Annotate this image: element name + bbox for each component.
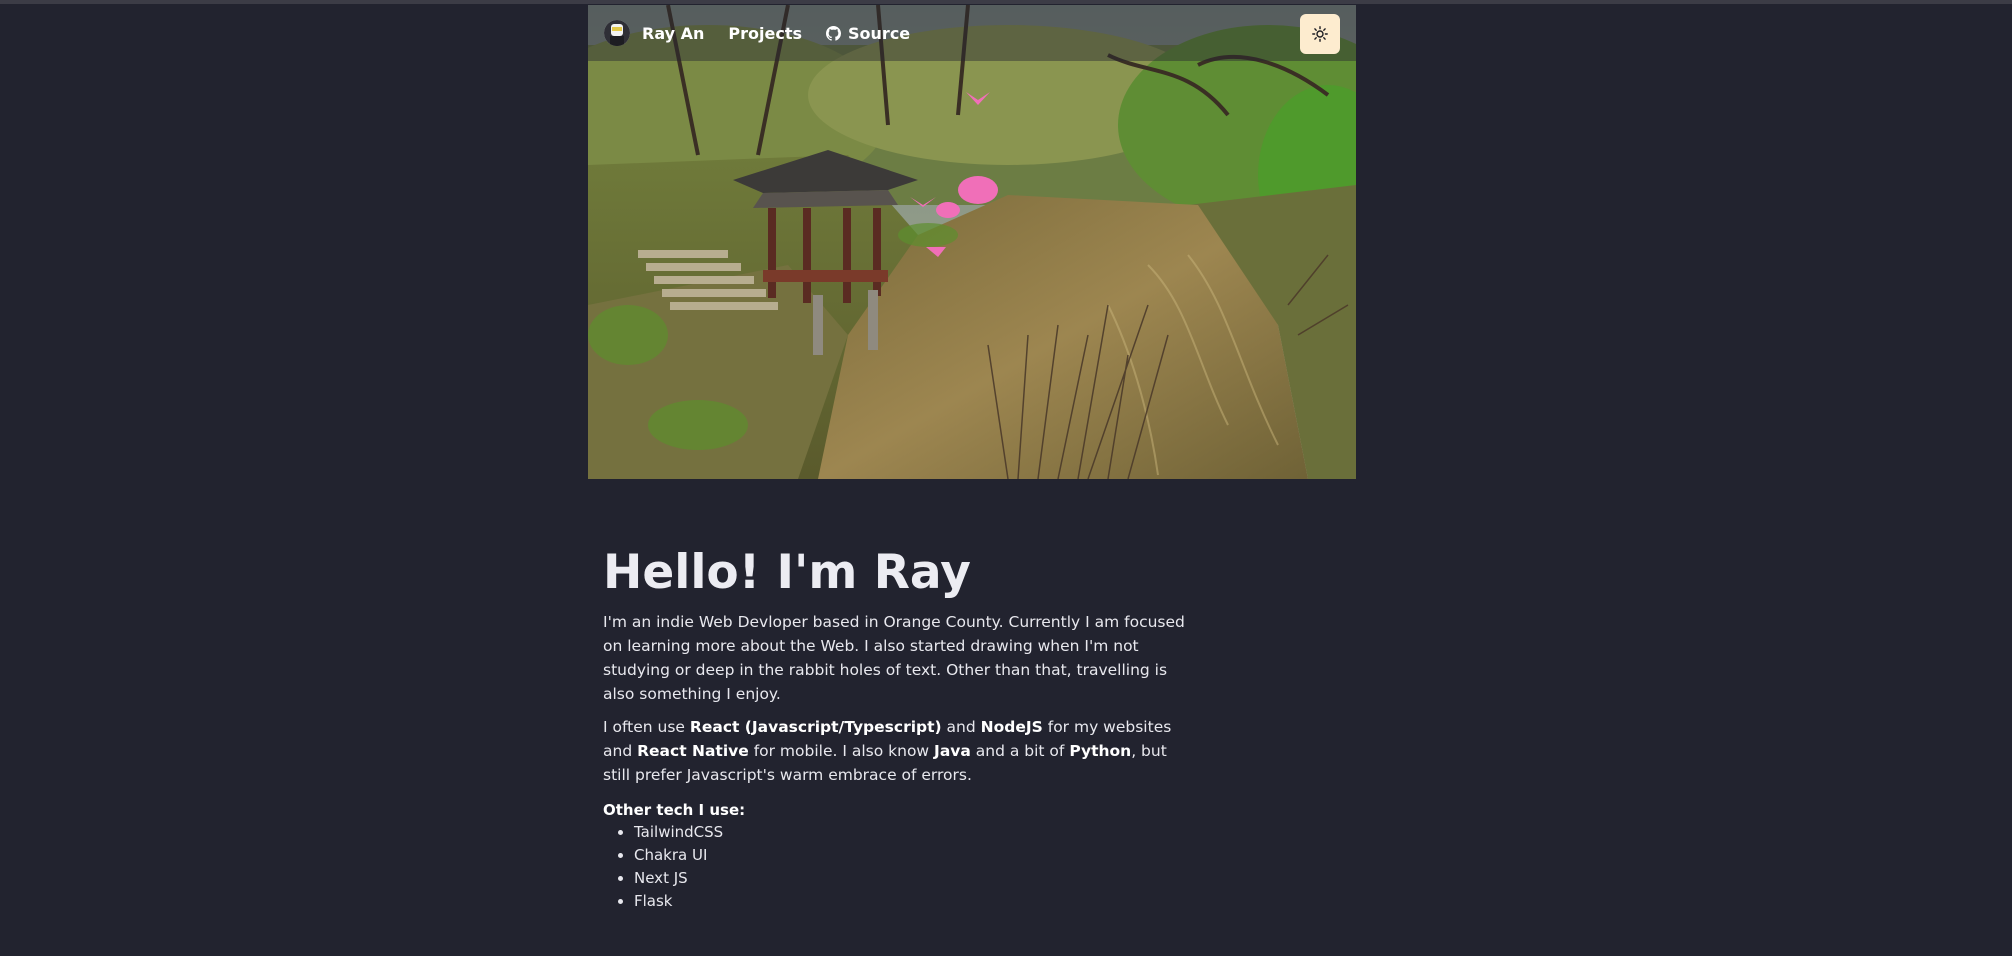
intro-section: Hello! I'm Ray I'm an indie Web Devloper… (603, 545, 1203, 913)
page-container: Ray An Projects Source Hello! I'm Ray I'… (588, 5, 1356, 910)
browser-top-edge (0, 0, 2012, 4)
avatar-icon (604, 20, 630, 46)
avatar[interactable] (604, 20, 630, 46)
tech-text-4: for mobile. I also know (748, 742, 935, 760)
tech-react: React (Javascript/Typescript) (689, 718, 942, 736)
list-item: Chakra UI (634, 844, 1203, 867)
tech-nodejs: NodeJS (980, 718, 1043, 736)
projects-link[interactable]: Projects (728, 24, 802, 43)
tech-text-1: I often use (603, 718, 690, 736)
source-label: Source (848, 23, 911, 43)
brand-link[interactable]: Ray An (642, 24, 704, 43)
theme-toggle-button[interactable] (1300, 14, 1340, 54)
list-item: Flask (634, 890, 1203, 913)
projects-label: Projects (728, 23, 803, 43)
garden-pavilion-photo (588, 5, 1356, 479)
page-title: Hello! I'm Ray (603, 545, 971, 600)
tech-python: Python (1069, 742, 1132, 760)
source-link[interactable]: Source (826, 24, 910, 43)
navbar: Ray An Projects Source (588, 5, 1356, 61)
tech-java: Java (934, 742, 971, 760)
list-item: Next JS (634, 867, 1203, 890)
other-tech-heading: Other tech I use: (603, 801, 746, 819)
tech-text-2: and (941, 718, 981, 736)
tech-react-native: React Native (637, 742, 749, 760)
tech-list: TailwindCSS Chakra UI Next JS Flask (603, 821, 1203, 913)
hero-image: Ray An Projects Source (588, 5, 1356, 479)
tech-paragraph: I often use React (Javascript/Typescript… (603, 715, 1193, 787)
tech-text-5: and a bit of (970, 742, 1070, 760)
sun-icon (1312, 26, 1328, 42)
intro-paragraph: I'm an indie Web Devloper based in Orang… (603, 613, 1185, 703)
github-icon (826, 25, 842, 41)
list-item: TailwindCSS (634, 821, 1203, 844)
